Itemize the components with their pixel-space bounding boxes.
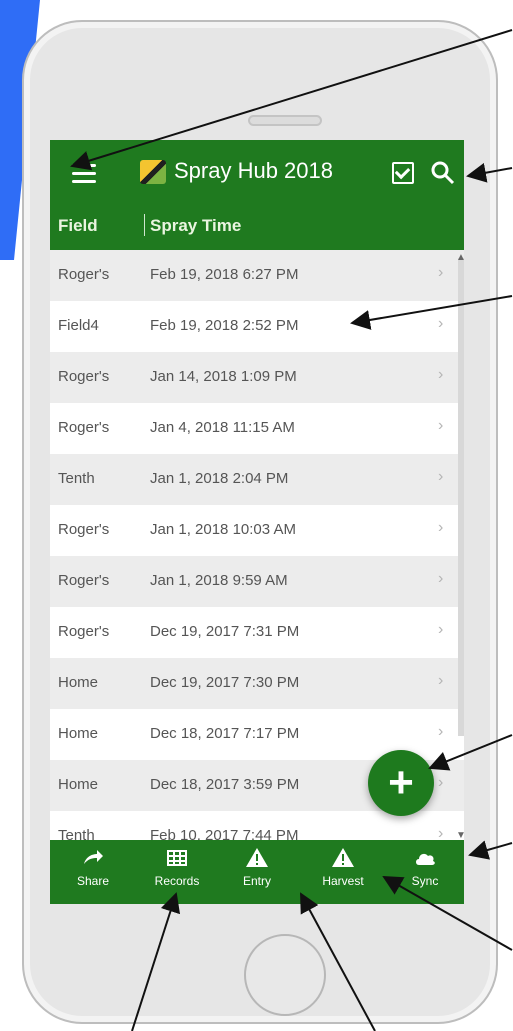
chevron-right-icon: › (438, 570, 444, 587)
phone-speaker (248, 115, 322, 126)
column-divider (144, 214, 145, 236)
nav-entry[interactable]: Entry (222, 846, 292, 902)
row-field: Roger's (58, 266, 110, 283)
app-title: Spray Hub 2018 (174, 158, 333, 183)
row-field: Home (58, 725, 99, 742)
app-logo-icon (140, 160, 166, 184)
row-spray-time: Feb 19, 2018 2:52 PM (150, 317, 299, 334)
search-icon[interactable] (430, 160, 456, 186)
warning-icon (332, 848, 354, 867)
grid-icon (167, 850, 187, 866)
list-item[interactable]: Tenth Jan 1, 2018 2:04 PM › (50, 454, 464, 505)
nav-records[interactable]: Records (142, 846, 212, 902)
row-field: Roger's (58, 572, 110, 589)
row-spray-time: Jan 1, 2018 2:04 PM (150, 470, 289, 487)
row-spray-time: Dec 18, 2017 3:59 PM (150, 776, 300, 793)
chevron-right-icon: › (438, 468, 444, 485)
row-spray-time: Jan 14, 2018 1:09 PM (150, 368, 297, 385)
row-spray-time: Feb 19, 2018 6:27 PM (150, 266, 299, 283)
nav-sync-label: Sync (411, 874, 439, 888)
row-spray-time: Jan 1, 2018 10:03 AM (150, 521, 296, 538)
scrollbar[interactable] (458, 258, 464, 736)
row-field: Roger's (58, 419, 110, 436)
row-field: Roger's (58, 368, 110, 385)
app-screen: Spray Hub 2018 Field Spray Time Roger's … (50, 140, 464, 904)
row-field: Roger's (58, 521, 110, 538)
add-record-button[interactable]: + (368, 750, 434, 816)
column-header-spray-time[interactable]: Spray Time (150, 216, 241, 236)
list-item[interactable]: Roger's Jan 14, 2018 1:09 PM › (50, 352, 464, 403)
nav-records-label: Records (154, 874, 200, 888)
chevron-right-icon: › (438, 366, 444, 383)
hamburger-icon[interactable] (72, 164, 96, 184)
list-item[interactable]: Roger's Feb 19, 2018 6:27 PM › (50, 250, 464, 301)
phone-home-button[interactable] (244, 934, 326, 1016)
list-item[interactable]: Field4 Feb 19, 2018 2:52 PM › (50, 301, 464, 352)
nav-harvest[interactable]: Harvest (308, 846, 378, 902)
row-field: Home (58, 674, 99, 691)
nav-share[interactable]: Share (58, 846, 128, 902)
app-header: Spray Hub 2018 Field Spray Time (50, 140, 464, 250)
nav-sync[interactable]: Sync (390, 846, 460, 902)
row-field: Field4 (58, 317, 99, 334)
plus-icon: + (388, 758, 414, 807)
chevron-right-icon: › (438, 723, 444, 740)
list-item[interactable]: Roger's Jan 4, 2018 11:15 AM › (50, 403, 464, 454)
list-item[interactable]: Home Dec 19, 2017 7:30 PM › (50, 658, 464, 709)
chevron-right-icon: › (438, 417, 444, 434)
chevron-right-icon: › (438, 672, 444, 689)
row-spray-time: Jan 4, 2018 11:15 AM (150, 419, 295, 436)
chevron-right-icon: › (438, 621, 444, 638)
row-spray-time: Dec 19, 2017 7:30 PM (150, 674, 300, 691)
row-spray-time: Dec 19, 2017 7:31 PM (150, 623, 300, 640)
list-item[interactable]: Roger's Jan 1, 2018 10:03 AM › (50, 505, 464, 556)
column-header-field[interactable]: Field (58, 216, 98, 236)
scroll-up-icon[interactable]: ▲ (456, 252, 464, 263)
chevron-right-icon: › (438, 519, 444, 536)
row-field: Home (58, 776, 99, 793)
chevron-right-icon: › (438, 315, 444, 332)
list-item[interactable]: Roger's Jan 1, 2018 9:59 AM › (50, 556, 464, 607)
row-spray-time: Dec 18, 2017 7:17 PM (150, 725, 300, 742)
nav-harvest-label: Harvest (322, 874, 364, 888)
chevron-right-icon: › (438, 264, 444, 281)
checkbox-icon[interactable] (392, 162, 414, 184)
warning-icon (246, 848, 268, 867)
row-field: Roger's (58, 623, 110, 640)
cloud-icon (416, 853, 435, 865)
row-field: Tenth (58, 470, 95, 487)
bottom-navigation: Share Records Entry Harvest Sync (50, 840, 464, 904)
nav-share-label: Share (76, 874, 110, 888)
share-icon (84, 850, 103, 864)
list-item[interactable]: Roger's Dec 19, 2017 7:31 PM › (50, 607, 464, 658)
row-spray-time: Jan 1, 2018 9:59 AM (150, 572, 288, 589)
nav-entry-label: Entry (242, 874, 271, 888)
chevron-right-icon: › (438, 774, 444, 791)
